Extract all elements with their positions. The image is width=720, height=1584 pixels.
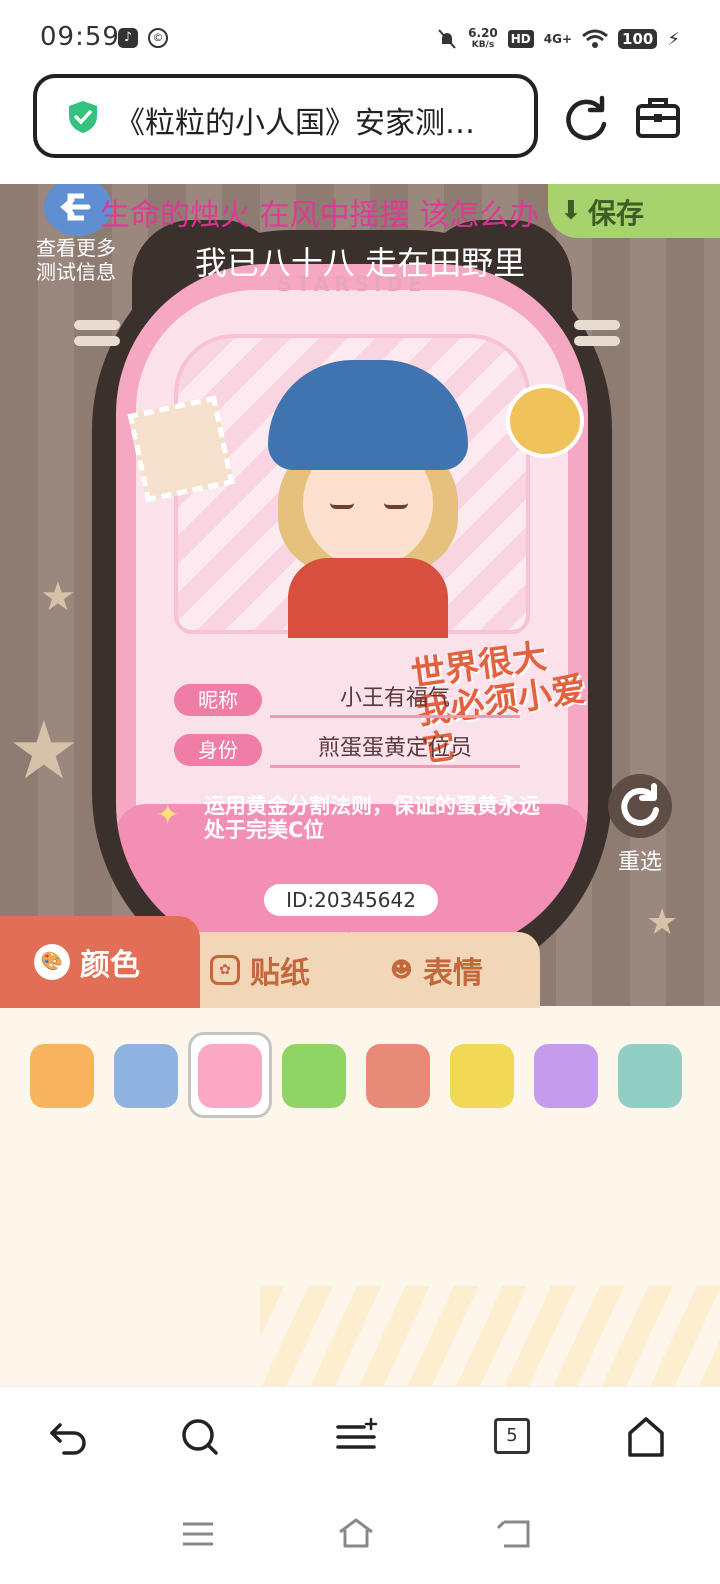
identity-tag: 身份 [174, 734, 262, 766]
identity-row: 身份 煎蛋蛋黄定位员 [174, 732, 534, 768]
character-eye-left [330, 503, 354, 509]
menu-button[interactable] [334, 1415, 378, 1459]
recent-apps-icon[interactable] [178, 1514, 218, 1554]
nickname-value: 小王有福气 [270, 682, 520, 718]
system-nav-bar [0, 1486, 720, 1584]
tab-sticker-label: 贴纸 [250, 956, 310, 991]
signal-icon: 4G+ [544, 33, 572, 45]
character-eye-right [384, 503, 408, 509]
nickname-tag: 昵称 [174, 684, 262, 716]
hd-icon: HD [507, 30, 534, 48]
palette-icon: 🎨 [34, 944, 70, 980]
charging-icon: ⚡ [667, 28, 680, 50]
search-button[interactable] [178, 1415, 222, 1459]
color-swatch[interactable] [450, 1044, 514, 1108]
reroll-label[interactable]: 重选 [610, 844, 670, 876]
refresh-button[interactable] [560, 94, 612, 146]
mute-icon [438, 29, 456, 49]
system-home-icon[interactable] [336, 1514, 376, 1554]
refresh-icon [621, 783, 659, 826]
toolbox-button[interactable] [634, 94, 682, 142]
lyric-overlay-bottom: 我已八十八 走在田野里 [194, 244, 526, 282]
download-icon: ⬇ [560, 196, 582, 226]
tab-color[interactable]: 🎨 颜色 [0, 916, 200, 1008]
color-swatch[interactable] [114, 1044, 178, 1108]
lyric-overlay-top: 生命的烛火 在风中摇摆 该怎么办 [100, 198, 540, 233]
color-swatch[interactable] [198, 1044, 262, 1108]
tab-emote[interactable]: ☻ 表情 [350, 932, 540, 1008]
wifi-icon [582, 29, 609, 48]
character-hat [268, 360, 468, 470]
cat-sticker [506, 384, 584, 458]
page-title: 《粒粒的小人国》安家测… [115, 106, 475, 141]
color-swatch[interactable] [30, 1044, 94, 1108]
browser-toolbar [0, 1386, 720, 1486]
status-bar: 09:59 ♪ © 6.20 KB/s HD 4G+ 100 ⚡ [0, 0, 720, 76]
character-body [288, 558, 448, 638]
color-swatch[interactable] [534, 1044, 598, 1108]
emote-icon: ☻ [390, 957, 413, 983]
back-button[interactable] [46, 1415, 90, 1459]
network-type: 4G+ [543, 32, 573, 46]
save-label: 保存 [588, 197, 645, 230]
nickname-row: 昵称 小王有福气 [174, 682, 534, 718]
flower-stamp-sticker [127, 395, 235, 503]
status-time: 09:59 [40, 22, 120, 52]
frame-handle-left [74, 320, 120, 352]
address-bar[interactable]: 《粒粒的小人国》安家测… [33, 74, 538, 158]
network-speed: 6.20 KB/s [468, 27, 498, 51]
color-panel [0, 1006, 720, 1386]
save-button[interactable]: ⬇ 保存 [548, 184, 720, 238]
result-stage: ★ ★ ★ STARSIDE 世界很大 我必须小爱它 昵称 小王有福气 身份 煎… [0, 184, 720, 1006]
tab-color-label: 颜色 [80, 948, 140, 983]
tab-emote-label: 表情 [422, 956, 483, 991]
reroll-button[interactable] [608, 774, 672, 838]
app-notification-icon: © [148, 28, 168, 48]
speed-value: 6.20 [468, 26, 498, 40]
identity-value: 煎蛋蛋黄定位员 [270, 732, 520, 768]
star-decoration-icon: ★ [8, 704, 80, 797]
system-back-icon[interactable] [494, 1514, 534, 1554]
editor-tabs: 🎨 颜色 ✿ 贴纸 ☻ 表情 [0, 916, 720, 1008]
tab-sticker[interactable]: ✿ 贴纸 [176, 932, 366, 1008]
home-button[interactable] [624, 1415, 668, 1459]
frame-handle-right [574, 320, 620, 352]
color-swatch[interactable] [282, 1044, 346, 1108]
sticker-icon: ✿ [210, 955, 240, 985]
sparkle-icon: ✦ [156, 798, 180, 831]
result-card: STARSIDE 世界很大 我必须小爱它 昵称 小王有福气 身份 煎蛋蛋黄定位员 [116, 264, 588, 954]
id-badge: ID:20345642 [264, 884, 438, 916]
shield-check-icon [69, 101, 97, 133]
speed-unit: KB/s [471, 40, 495, 50]
tabs-button[interactable]: 5 [494, 1418, 530, 1454]
star-decoration-icon: ★ [40, 574, 76, 620]
tiktok-icon: ♪ [118, 28, 138, 48]
panel-decoration [260, 1286, 720, 1386]
battery-indicator: 100 [618, 29, 658, 49]
description-text: 运用黄金分割法则，保证的蛋黄永远处于完美C位 [204, 794, 540, 842]
color-swatch[interactable] [366, 1044, 430, 1108]
color-swatch[interactable] [618, 1044, 682, 1108]
